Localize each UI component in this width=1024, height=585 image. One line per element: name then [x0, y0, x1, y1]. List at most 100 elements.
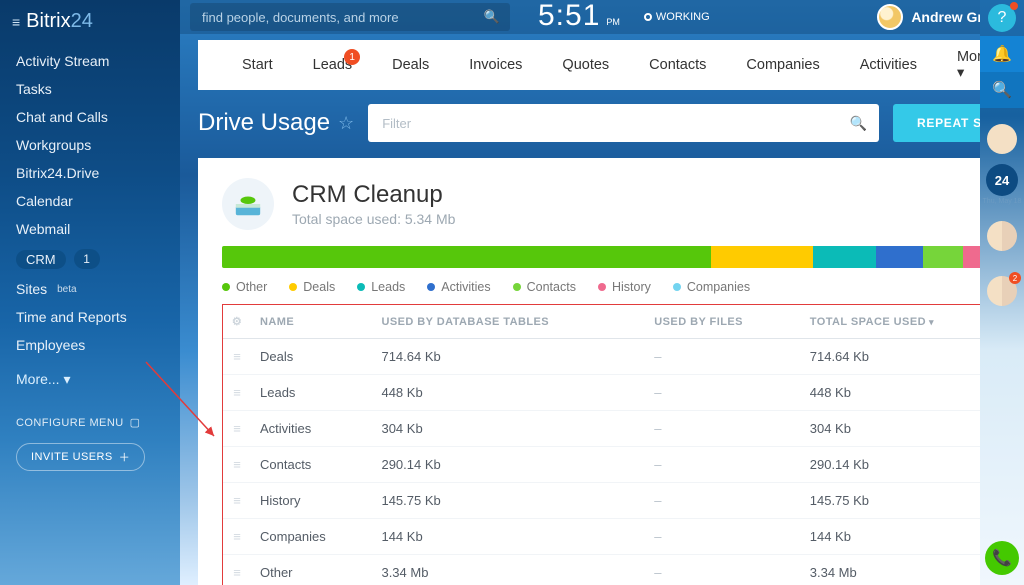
tab-invoices[interactable]: Invoices — [449, 41, 542, 89]
cell-total: 145.75 Kb — [802, 483, 1010, 519]
avatar — [877, 4, 903, 30]
legend-item-history: History — [598, 280, 651, 294]
cell-files: – — [646, 411, 801, 447]
search-icon[interactable]: 🔍 — [484, 9, 500, 25]
page-title: Drive Usage ☆ — [198, 109, 354, 137]
help-icon[interactable]: ? — [988, 4, 1016, 32]
settings-column-icon[interactable]: ⚙ — [222, 305, 252, 339]
legend-item-companies: Companies — [673, 280, 750, 294]
legend-item-other: Other — [222, 280, 267, 294]
tab-contacts[interactable]: Contacts — [629, 41, 726, 89]
drag-handle-icon[interactable]: ≡ — [222, 555, 252, 585]
cell-name: History — [252, 483, 373, 519]
cell-files: – — [646, 555, 801, 585]
usage-legend: OtherDealsLeadsActivitiesContactsHistory… — [222, 280, 1010, 294]
right-dock: ? 🔔 🔍 24 Thu, May 18 2 📞 — [980, 0, 1024, 585]
invite-users-button[interactable]: INVITE USERS＋ — [16, 443, 145, 471]
filter-box[interactable]: 🔍 — [368, 104, 879, 142]
sidebar-item-webmail[interactable]: Webmail — [0, 215, 180, 243]
cell-files: – — [646, 375, 801, 411]
table-row[interactable]: ≡Deals714.64 Kb–714.64 Kb — [222, 339, 1010, 375]
cell-db: 290.14 Kb — [373, 447, 646, 483]
bar-segment — [813, 246, 876, 268]
tab-companies[interactable]: Companies — [726, 41, 839, 89]
dock-date: Thu, May 18 — [983, 198, 1022, 205]
bar-segment — [876, 246, 923, 268]
filter-input[interactable] — [380, 115, 849, 132]
table-row[interactable]: ≡Leads448 Kb–448 Kb — [222, 375, 1010, 411]
sidebar-item-sites[interactable]: Sitesbeta — [0, 275, 180, 303]
drag-handle-icon[interactable]: ≡ — [222, 375, 252, 411]
tab-start[interactable]: Start — [222, 41, 293, 89]
cell-total: 290.14 Kb — [802, 447, 1010, 483]
bitrix24-icon[interactable]: 24 — [986, 164, 1018, 196]
drive-usage-icon — [222, 178, 274, 230]
drag-handle-icon[interactable]: ≡ — [222, 483, 252, 519]
cell-files: – — [646, 339, 801, 375]
cell-name: Leads — [252, 375, 373, 411]
cell-total: 714.64 Kb — [802, 339, 1010, 375]
sidebar-item-calendar[interactable]: Calendar — [0, 187, 180, 215]
cell-db: 144 Kb — [373, 519, 646, 555]
tab-deals[interactable]: Deals — [372, 41, 449, 89]
cell-db: 714.64 Kb — [373, 339, 646, 375]
cell-name: Activities — [252, 411, 373, 447]
global-search[interactable]: 🔍 — [190, 3, 510, 31]
cell-total: 3.34 Mb — [802, 555, 1010, 585]
favorite-star-icon[interactable]: ☆ — [338, 113, 354, 134]
configure-menu-link[interactable]: CONFIGURE MENU▢ — [16, 416, 164, 429]
legend-item-leads: Leads — [357, 280, 405, 294]
drag-handle-icon[interactable]: ≡ — [222, 411, 252, 447]
sidebar-item-more-[interactable]: More... ▾ — [0, 365, 180, 394]
main-area: 🔍 5:51 PM WORKING Andrew Griffiths ▾ Sta… — [180, 0, 1024, 585]
sidebar-item-crm[interactable]: CRM1 — [0, 243, 180, 275]
content-card: CRM Cleanup Total space used: 5.34 Mb Ot… — [198, 158, 1024, 585]
sidebar-item-time-and-reports[interactable]: Time and Reports — [0, 303, 180, 331]
crm-tabs: StartLeads1DealsInvoicesQuotesContactsCo… — [198, 40, 1024, 90]
cell-name: Companies — [252, 519, 373, 555]
col-total[interactable]: TOTAL SPACE USED — [802, 305, 1010, 339]
dock-avatar[interactable] — [987, 124, 1017, 154]
page-toolbar: Drive Usage ☆ 🔍 REPEAT SCAN — [180, 90, 1024, 152]
notifications-icon[interactable]: 🔔 — [980, 36, 1024, 72]
call-button-icon[interactable]: 📞 — [985, 541, 1019, 575]
working-status[interactable]: WORKING — [644, 11, 710, 23]
table-row[interactable]: ≡History145.75 Kb–145.75 Kb — [222, 483, 1010, 519]
clock: 5:51 PM — [538, 0, 620, 36]
dock-contact-2[interactable]: 2 — [987, 276, 1017, 306]
sidebar-item-employees[interactable]: Employees — [0, 331, 180, 359]
cell-total: 144 Kb — [802, 519, 1010, 555]
sidebar-item-activity-stream[interactable]: Activity Stream — [0, 47, 180, 75]
table-row[interactable]: ≡Other3.34 Mb–3.34 Mb — [222, 555, 1010, 585]
drag-handle-icon[interactable]: ≡ — [222, 339, 252, 375]
menu-toggle-icon[interactable]: ≡ — [12, 14, 20, 30]
search-icon[interactable]: 🔍 — [850, 115, 867, 132]
global-search-input[interactable] — [200, 9, 484, 26]
topbar: 🔍 5:51 PM WORKING Andrew Griffiths ▾ — [180, 0, 1024, 34]
table-row[interactable]: ≡Companies144 Kb–144 Kb — [222, 519, 1010, 555]
card-subtitle: Total space used: 5.34 Mb — [292, 211, 455, 227]
dock-search-icon[interactable]: 🔍 — [980, 72, 1024, 108]
col-db[interactable]: USED BY DATABASE TABLES — [373, 305, 646, 339]
sidebar-item-workgroups[interactable]: Workgroups — [0, 131, 180, 159]
col-name[interactable]: NAME — [252, 305, 373, 339]
sidebar-item-bitrix24-drive[interactable]: Bitrix24.Drive — [0, 159, 180, 187]
cell-files: – — [646, 519, 801, 555]
cell-files: – — [646, 483, 801, 519]
tab-quotes[interactable]: Quotes — [542, 41, 629, 89]
tab-leads[interactable]: Leads1 — [293, 41, 373, 89]
usage-bar — [222, 246, 1010, 268]
cell-name: Other — [252, 555, 373, 585]
drag-handle-icon[interactable]: ≡ — [222, 519, 252, 555]
drag-handle-icon[interactable]: ≡ — [222, 447, 252, 483]
dock-contact-1[interactable] — [987, 221, 1017, 251]
cell-total: 448 Kb — [802, 375, 1010, 411]
tab-activities[interactable]: Activities — [840, 41, 937, 89]
table-row[interactable]: ≡Contacts290.14 Kb–290.14 Kb — [222, 447, 1010, 483]
sidebar-item-tasks[interactable]: Tasks — [0, 75, 180, 103]
usage-table: ⚙ NAME USED BY DATABASE TABLES USED BY F… — [222, 304, 1010, 585]
sidebar-item-chat-and-calls[interactable]: Chat and Calls — [0, 103, 180, 131]
table-row[interactable]: ≡Activities304 Kb–304 Kb — [222, 411, 1010, 447]
cell-files: – — [646, 447, 801, 483]
col-files[interactable]: USED BY FILES — [646, 305, 801, 339]
